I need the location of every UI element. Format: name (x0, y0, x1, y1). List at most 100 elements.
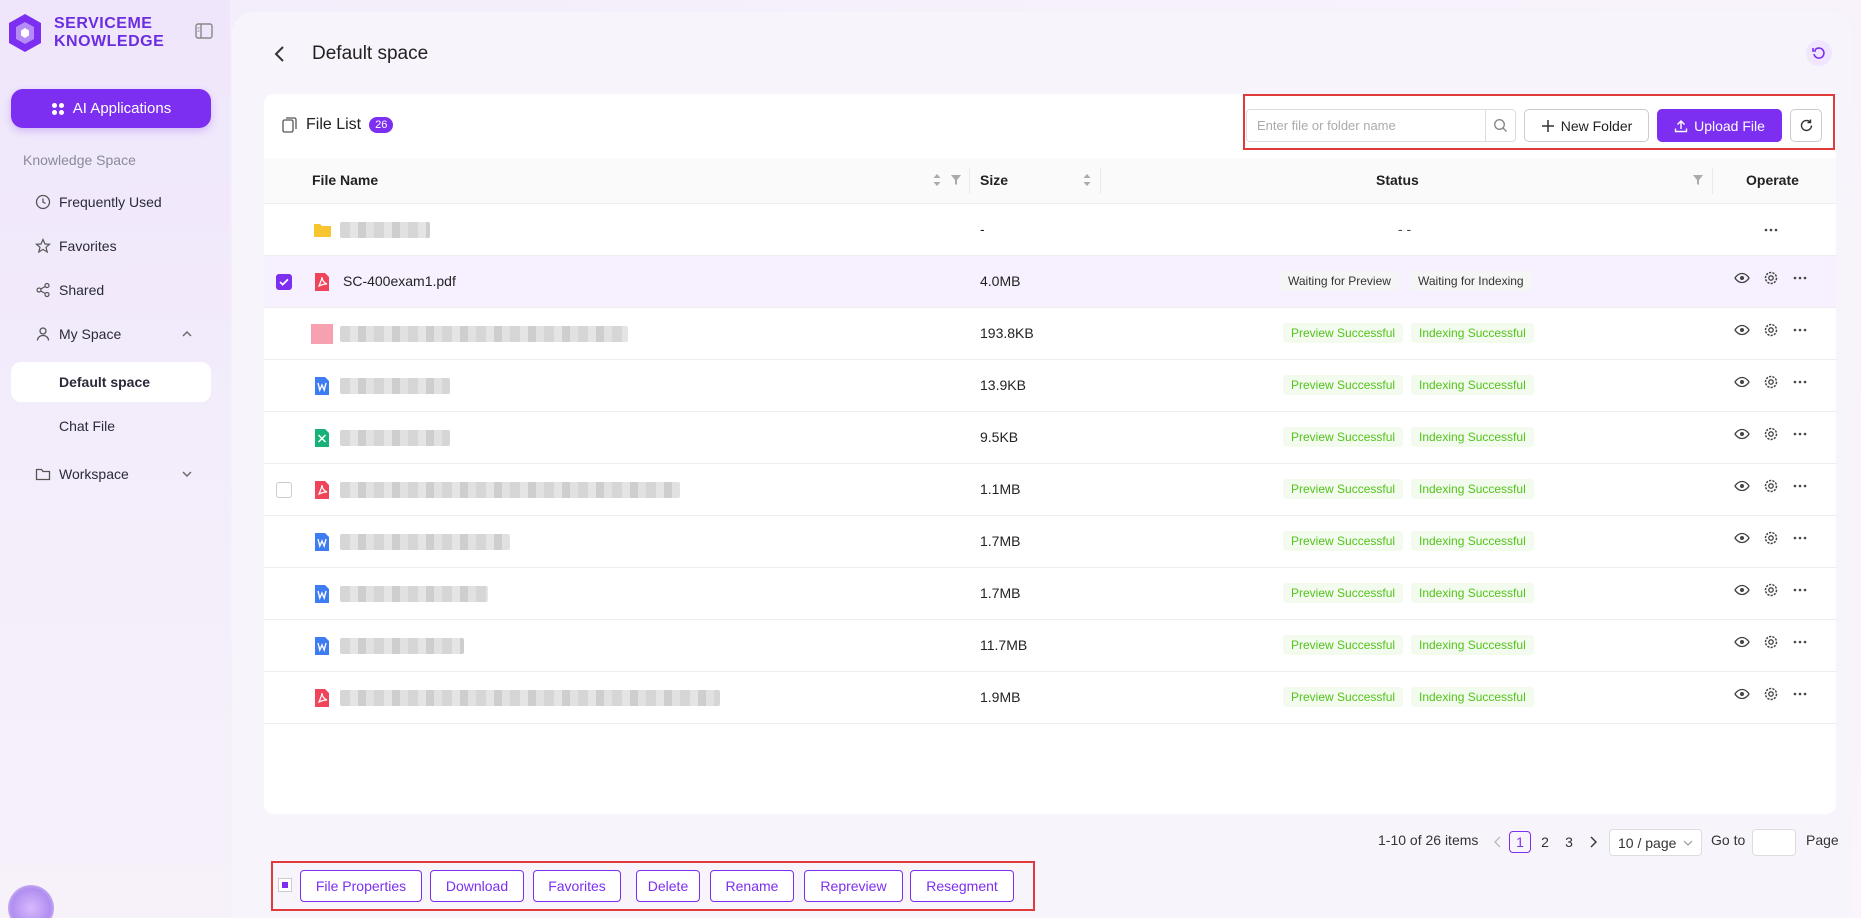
resegment-button[interactable]: Resegment (910, 870, 1014, 902)
settings-icon[interactable] (1763, 634, 1779, 650)
settings-icon[interactable] (1763, 270, 1779, 286)
file-list-title: File List (306, 116, 362, 133)
sort-icon[interactable] (931, 173, 943, 187)
redacted-file-name[interactable] (340, 482, 680, 498)
sort-icon[interactable] (1081, 173, 1093, 187)
favorites-button[interactable]: Favorites (533, 870, 621, 902)
settings-icon[interactable] (1763, 582, 1779, 598)
file-size: 1.7MB (980, 585, 1021, 601)
file-name[interactable]: SC-400exam1.pdf (343, 273, 456, 289)
sidebar-item-workspace[interactable]: Workspace (11, 454, 211, 494)
delete-button[interactable]: Delete (636, 870, 700, 902)
more-options-icon[interactable] (1792, 374, 1808, 390)
column-divider (1100, 168, 1101, 194)
table-row[interactable] (264, 568, 1836, 620)
sidebar-item-shared[interactable]: Shared (11, 270, 211, 310)
new-folder-button[interactable]: New Folder (1524, 109, 1649, 142)
more-options-icon[interactable] (1792, 426, 1808, 442)
settings-icon[interactable] (1763, 426, 1779, 442)
prev-page-icon[interactable] (1493, 836, 1503, 848)
table-row[interactable] (264, 360, 1836, 412)
download-button[interactable]: Download (430, 870, 524, 902)
row-checkbox[interactable] (276, 274, 292, 290)
redacted-file-name[interactable] (340, 690, 720, 706)
next-page-icon[interactable] (1588, 836, 1598, 848)
settings-icon[interactable] (1763, 530, 1779, 546)
view-icon[interactable] (1734, 582, 1750, 598)
refresh-button[interactable] (1790, 109, 1822, 142)
chevron-down-icon[interactable] (181, 468, 193, 480)
view-icon[interactable] (1734, 426, 1750, 442)
refresh-history-button[interactable] (1806, 40, 1832, 66)
file-properties-button[interactable]: File Properties (300, 870, 422, 902)
redacted-file-name[interactable] (340, 430, 450, 446)
excel-file-icon (313, 428, 331, 448)
redacted-file-name[interactable] (340, 638, 464, 654)
view-icon[interactable] (1734, 530, 1750, 546)
repreview-button[interactable]: Repreview (804, 870, 903, 902)
sidebar-item-my-space[interactable]: My Space (11, 314, 211, 354)
redacted-file-name[interactable] (340, 534, 510, 550)
redacted-file-name[interactable] (340, 222, 430, 238)
preview-status-tag: Preview Successful (1283, 479, 1404, 499)
page-size-select[interactable]: 10 / page (1609, 829, 1702, 856)
redacted-file-name[interactable] (340, 586, 488, 602)
chevron-up-icon[interactable] (181, 328, 193, 340)
search-input[interactable] (1246, 109, 1486, 142)
sidebar-collapse-icon[interactable] (195, 23, 213, 39)
brand-logo[interactable]: SERVICEME KNOWLEDGE (6, 12, 164, 54)
more-options-icon[interactable] (1792, 634, 1808, 650)
sidebar-item-frequently-used[interactable]: Frequently Used (11, 182, 211, 222)
more-options-icon[interactable] (1792, 322, 1808, 338)
brand-line-1: SERVICEME (54, 15, 153, 32)
goto-page-input[interactable] (1752, 829, 1796, 856)
table-row[interactable] (264, 204, 1836, 256)
more-options-icon[interactable] (1792, 270, 1808, 286)
upload-file-button[interactable]: Upload File (1657, 109, 1782, 142)
column-file-name[interactable]: File Name (312, 172, 378, 188)
settings-icon[interactable] (1763, 686, 1779, 702)
folder-icon (35, 468, 51, 481)
sidebar-item-chat-file[interactable]: Chat File (11, 406, 211, 446)
filter-icon[interactable] (950, 173, 962, 187)
more-options-icon[interactable] (1763, 222, 1779, 238)
view-icon[interactable] (1734, 374, 1750, 390)
view-icon[interactable] (1734, 270, 1750, 286)
more-options-icon[interactable] (1792, 478, 1808, 494)
view-icon[interactable] (1734, 478, 1750, 494)
table-row[interactable] (264, 412, 1836, 464)
settings-icon[interactable] (1763, 322, 1779, 338)
page-1[interactable]: 1 (1509, 831, 1531, 853)
view-icon[interactable] (1734, 322, 1750, 338)
select-all-checkbox[interactable] (278, 878, 292, 892)
settings-icon[interactable] (1763, 478, 1779, 494)
indexing-status-tag: Indexing Successful (1411, 375, 1534, 395)
more-options-icon[interactable] (1792, 530, 1808, 546)
row-checkbox[interactable] (276, 482, 292, 498)
table-row[interactable] (264, 620, 1836, 672)
table-row[interactable] (264, 256, 1836, 308)
sidebar-item-favorites[interactable]: Favorites (11, 226, 211, 266)
search-button[interactable] (1485, 109, 1516, 142)
back-arrow-icon[interactable] (273, 44, 287, 64)
column-size[interactable]: Size (980, 172, 1008, 188)
pagination-summary: 1-10 of 26 items (1378, 832, 1479, 848)
view-icon[interactable] (1734, 634, 1750, 650)
page-3[interactable]: 3 (1558, 831, 1580, 853)
upload-file-label: Upload File (1694, 117, 1765, 134)
img-file-icon (311, 324, 333, 344)
assistant-orb[interactable] (8, 885, 54, 918)
view-icon[interactable] (1734, 686, 1750, 702)
more-options-icon[interactable] (1792, 582, 1808, 598)
ai-applications-button[interactable]: AI Applications (11, 89, 211, 128)
sidebar-item-default-space[interactable]: Default space (11, 362, 211, 402)
settings-icon[interactable] (1763, 374, 1779, 390)
apps-icon (51, 102, 64, 115)
indexing-status-tag: Indexing Successful (1411, 323, 1534, 343)
filter-icon[interactable] (1692, 173, 1704, 187)
redacted-file-name[interactable] (340, 326, 628, 342)
more-options-icon[interactable] (1792, 686, 1808, 702)
page-2[interactable]: 2 (1534, 831, 1556, 853)
rename-button[interactable]: Rename (710, 870, 794, 902)
redacted-file-name[interactable] (340, 378, 450, 394)
